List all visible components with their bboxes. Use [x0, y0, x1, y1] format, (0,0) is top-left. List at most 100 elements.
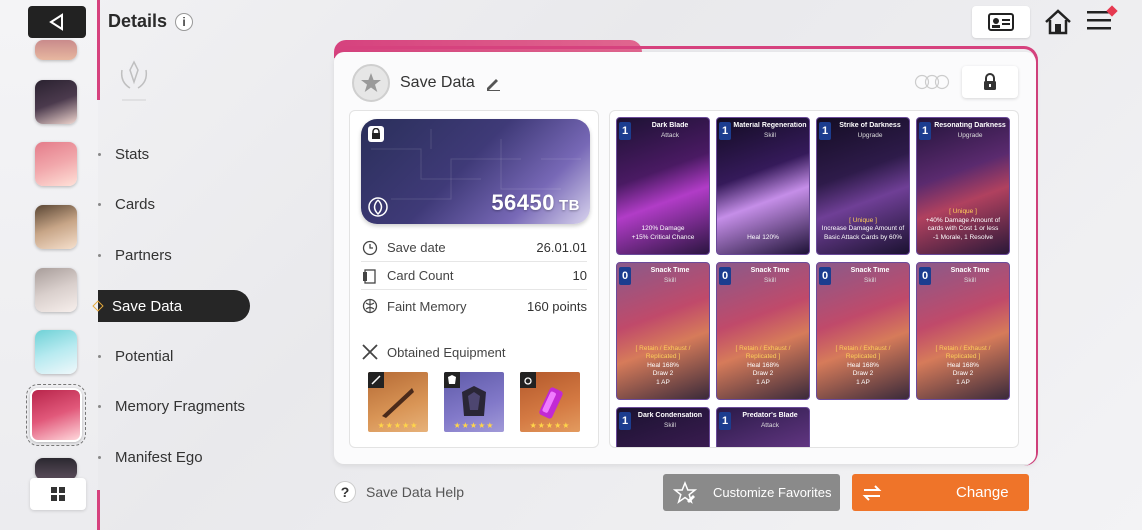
vial-illustration [539, 387, 563, 419]
card-name: Material Regeneration [733, 122, 807, 129]
character-avatar-selected[interactable] [26, 384, 86, 446]
nav-item-stats[interactable]: Stats [98, 138, 258, 170]
card-type: Skill [764, 132, 776, 139]
nav-item-cards[interactable]: Cards [98, 188, 258, 220]
info-label: Save date [387, 240, 446, 255]
customize-favorites-button[interactable]: Customize Favorites [663, 474, 840, 511]
equipment-item[interactable]: ★★★★★ [444, 372, 504, 432]
nav-item-label: Save Data [112, 297, 183, 315]
back-arrow-icon [49, 13, 63, 31]
nav-item-manifest-ego[interactable]: Manifest Ego [98, 441, 258, 473]
card[interactable]: 1 Material Regeneration Skill Heal 120% [716, 117, 810, 255]
nav-item-label: Stats [115, 145, 150, 163]
grid-view-button[interactable] [30, 478, 86, 510]
card-tag: [ Unique ] [849, 216, 877, 224]
info-value: 26.01.01 [536, 240, 587, 255]
card[interactable]: 0 Snack Time Skill [ Retain / Exhaust / … [916, 262, 1010, 400]
nav-dot [98, 253, 101, 257]
card-text: Heal 168% Draw 2 1 AP [947, 361, 979, 386]
card-text: Heal 168% Draw 2 1 AP [847, 361, 879, 386]
info-value: 10 [572, 268, 587, 283]
card[interactable]: 1 Dark Condensation Skill [616, 407, 710, 447]
card-description: [ Retain / Exhaust / Replicated ] Heal 1… [620, 345, 706, 387]
card-description: [ Retain / Exhaust / Replicated ] Heal 1… [920, 345, 1006, 387]
card-name: Dark Blade [651, 122, 689, 129]
grid-icon [51, 487, 65, 501]
card-cost: 1 [719, 412, 731, 430]
back-button[interactable] [28, 6, 86, 38]
character-avatar[interactable] [35, 268, 77, 312]
card-type: Skill [864, 277, 876, 284]
swap-arrows-icon [862, 484, 882, 501]
nav-dot [98, 202, 101, 206]
equipment-item[interactable]: ★★★★★ [520, 372, 580, 432]
clock-icon [361, 239, 379, 257]
help-link[interactable]: ? Save Data Help [334, 481, 464, 503]
menu-button[interactable] [1086, 4, 1118, 36]
change-button[interactable]: Change [852, 474, 1029, 511]
card-type: Skill [664, 277, 676, 284]
card-tag: [ Retain / Exhaust / Replicated ] [635, 344, 691, 361]
profile-card-button[interactable] [972, 6, 1030, 38]
card[interactable]: 0 Snack Time Skill [ Retain / Exhaust / … [616, 262, 710, 400]
crossed-swords-icon [362, 344, 378, 360]
card-type: Skill [764, 277, 776, 284]
info-icon[interactable]: i [175, 12, 194, 31]
rarity-stars: ★★★★★ [453, 421, 495, 430]
question-icon: ? [334, 481, 356, 503]
help-label: Save Data Help [366, 484, 465, 500]
card-type: Attack [660, 132, 680, 139]
card-text: Heal 168% Draw 2 1 AP [647, 361, 679, 386]
card-cost: 1 [719, 122, 731, 140]
card-type: Skill [964, 277, 976, 284]
character-avatar[interactable] [35, 142, 77, 186]
edit-pencil-icon[interactable] [485, 75, 501, 91]
nav-item-memory-fragments[interactable]: Memory Fragments [98, 390, 258, 422]
info-label: Faint Memory [387, 298, 467, 314]
cards-grid: 1 Dark Blade Attack 120% Damage +15% Cri… [609, 110, 1019, 448]
card-text: +40% Damage Amount of cards with Cost 1 … [925, 216, 1001, 241]
card[interactable]: 0 Snack Time Skill [ Retain / Exhaust / … [716, 262, 810, 400]
panel-header: Save Data [352, 64, 501, 102]
info-label: Card Count [387, 268, 454, 283]
card-icon [361, 267, 379, 285]
card[interactable]: 1 Strike of Darkness Upgrade [ Unique ] … [816, 117, 910, 255]
tb-unit: TB [559, 197, 580, 214]
rings-icon [914, 74, 950, 90]
card[interactable]: 0 Snack Time Skill [ Retain / Exhaust / … [816, 262, 910, 400]
top-toolbar [972, 4, 1118, 38]
card-text: Increase Damage Amount of Basic Attack C… [821, 225, 905, 241]
card-name: Snack Time [650, 267, 690, 274]
card[interactable]: 1 Predator's Blade Attack [716, 407, 810, 447]
customize-favorites-label: Customize Favorites [713, 485, 832, 500]
card-name: Dark Condensation [637, 412, 703, 419]
nav-item-label: Potential [115, 347, 174, 365]
character-avatar[interactable] [35, 458, 77, 480]
character-avatar[interactable] [35, 40, 77, 60]
nav-item-label: Cards [115, 195, 156, 213]
card[interactable]: 1 Dark Blade Attack 120% Damage +15% Cri… [616, 117, 710, 255]
nav-item-potential[interactable]: Potential [98, 340, 258, 372]
nav-dot [98, 152, 101, 156]
character-avatar[interactable] [35, 80, 77, 124]
lock-button[interactable] [962, 66, 1018, 98]
tb-value: 56450 [491, 190, 555, 215]
character-avatar[interactable] [35, 205, 77, 249]
star-badge [352, 64, 390, 102]
card-description: [ Retain / Exhaust / Replicated ] Heal 1… [720, 345, 806, 387]
lock-icon [984, 73, 996, 90]
nav-item-partners[interactable]: Partners [98, 239, 258, 271]
equipment-item[interactable]: ★★★★★ [368, 372, 428, 432]
armor-illustration [462, 386, 486, 416]
nav-item-save-data[interactable]: Save Data [92, 290, 250, 322]
details-header: Details i [108, 11, 194, 32]
info-row-faint-memory: Faint Memory 160 points [361, 292, 587, 320]
card-name: Snack Time [750, 267, 790, 274]
card-cost: 0 [819, 267, 831, 285]
nav-item-label: Memory Fragments [115, 397, 246, 415]
card-name: Snack Time [850, 267, 890, 274]
card[interactable]: 1 Resonating Darkness Upgrade [ Unique ]… [916, 117, 1010, 255]
card-name: Strike of Darkness [839, 122, 901, 129]
home-icon[interactable] [1044, 9, 1072, 35]
character-avatar[interactable] [35, 330, 77, 374]
